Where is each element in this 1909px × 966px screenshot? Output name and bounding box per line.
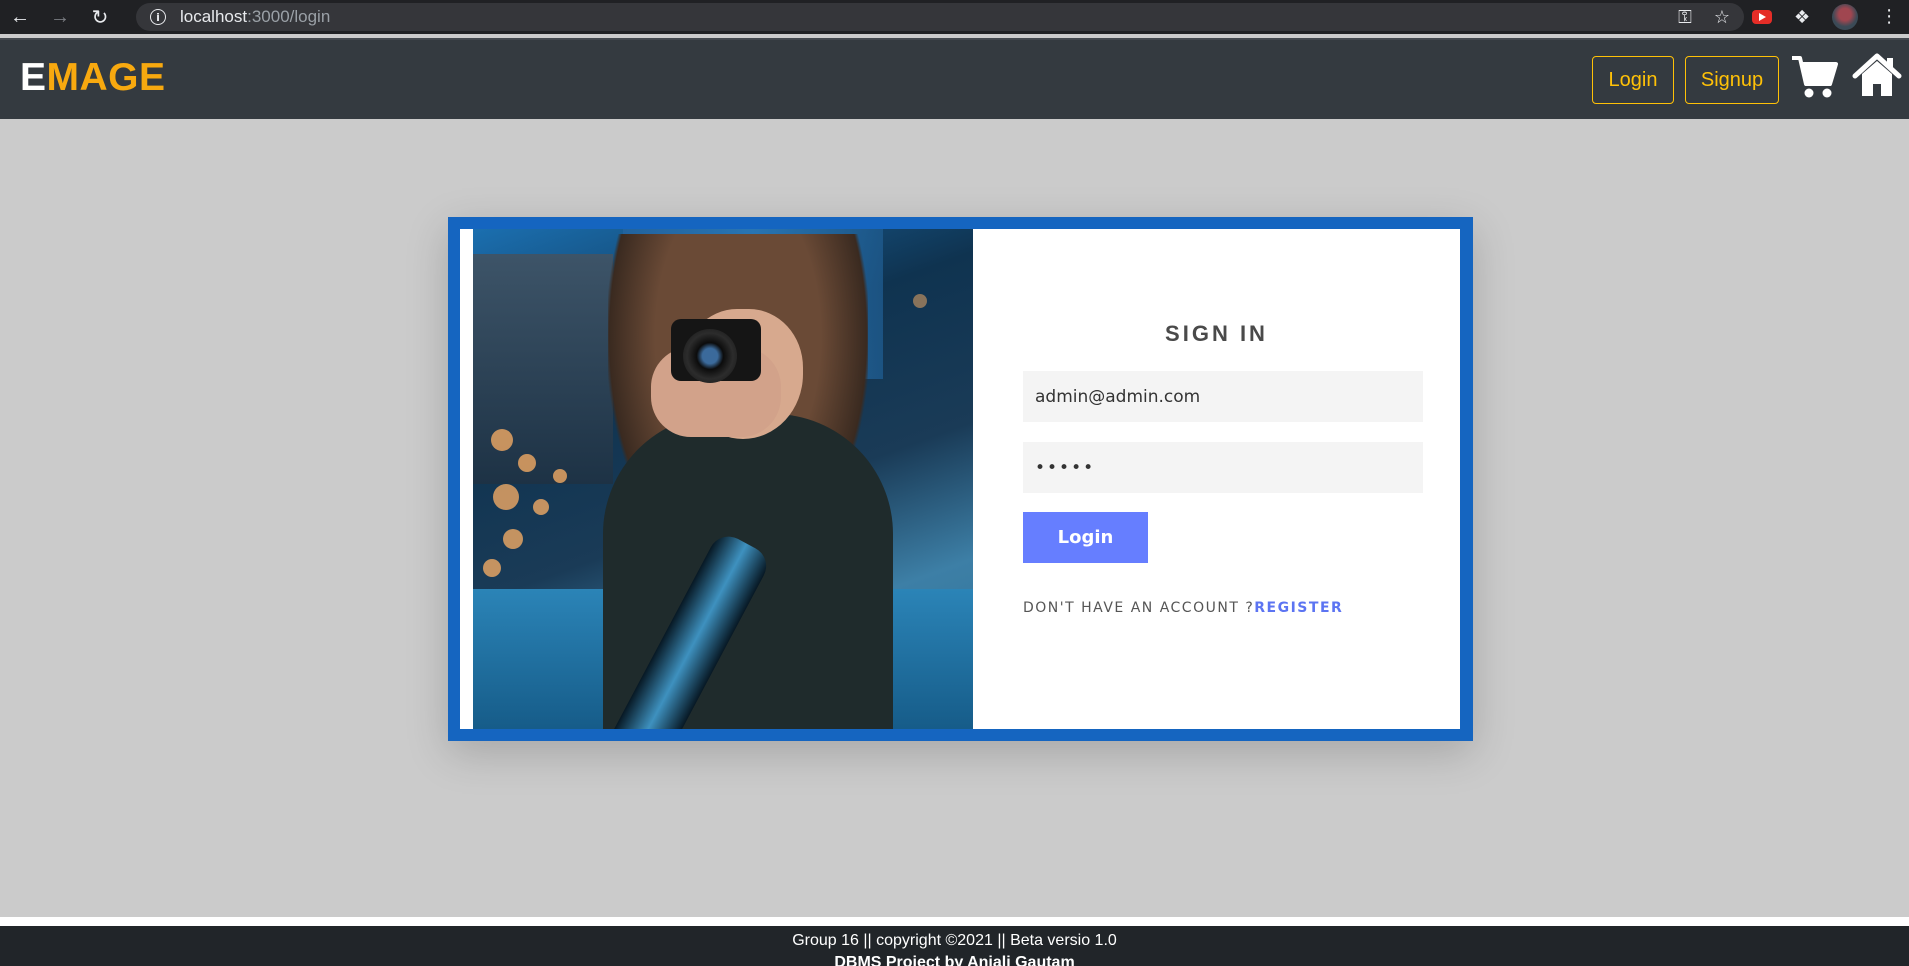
- register-prompt: DON'T HAVE AN ACCOUNT ?REGISTER: [1023, 600, 1343, 616]
- no-account-text: DON'T HAVE AN ACCOUNT ?: [1023, 600, 1255, 616]
- home-icon[interactable]: [1852, 52, 1902, 98]
- footer-divider: [0, 917, 1909, 926]
- site-info-icon[interactable]: i: [150, 9, 166, 25]
- site-logo[interactable]: EMAGE: [20, 56, 166, 100]
- login-submit-button[interactable]: Login: [1023, 512, 1148, 563]
- login-form: SIGN IN Login DON'T HAVE AN ACCOUNT ?REG…: [973, 229, 1460, 729]
- reload-button[interactable]: ↻: [80, 0, 120, 34]
- login-card-frame: SIGN IN Login DON'T HAVE AN ACCOUNT ?REG…: [448, 217, 1473, 741]
- reload-icon: ↻: [91, 6, 109, 29]
- signin-title: SIGN IN: [1165, 321, 1268, 346]
- login-card: SIGN IN Login DON'T HAVE AN ACCOUNT ?REG…: [460, 229, 1460, 729]
- photographer-image: [473, 229, 973, 729]
- footer-copyright: Group 16 || copyright ©2021 || Beta vers…: [792, 932, 1117, 949]
- extensions-puzzle-icon[interactable]: ❖: [1794, 7, 1810, 28]
- address-bar[interactable]: i localhost:3000/login ⚿ ☆: [136, 3, 1744, 31]
- forward-button[interactable]: →: [40, 0, 80, 34]
- password-field[interactable]: [1023, 442, 1423, 493]
- url-host: localhost: [180, 7, 248, 26]
- bookmark-star-icon[interactable]: ☆: [1714, 7, 1730, 28]
- header-login-button[interactable]: Login: [1592, 56, 1674, 104]
- browser-menu-icon[interactable]: ⋮: [1880, 7, 1898, 27]
- site-footer: Group 16 || copyright ©2021 || Beta vers…: [0, 926, 1909, 966]
- profile-avatar[interactable]: [1832, 4, 1859, 30]
- back-button[interactable]: ←: [0, 0, 40, 34]
- shopping-cart-icon[interactable]: [1790, 54, 1838, 100]
- register-link[interactable]: REGISTER: [1254, 600, 1343, 616]
- url-path: :3000/login: [247, 7, 331, 26]
- back-arrow-icon: ←: [10, 5, 30, 28]
- forward-arrow-icon: →: [50, 5, 70, 28]
- footer-credits: DBMS Project by Anjali Gautam: [834, 954, 1075, 966]
- logo-rest: MAGE: [46, 56, 166, 99]
- site-navbar: EMAGE Login Signup: [0, 38, 1909, 119]
- browser-toolbar: ← → ↻ i localhost:3000/login ⚿ ☆ ❖ ⋮: [0, 0, 1909, 34]
- email-field[interactable]: [1023, 371, 1423, 422]
- header-signup-button[interactable]: Signup: [1685, 56, 1779, 104]
- youtube-extension-icon[interactable]: [1752, 10, 1772, 24]
- logo-first-letter: E: [20, 56, 47, 99]
- key-icon[interactable]: ⚿: [1678, 7, 1692, 28]
